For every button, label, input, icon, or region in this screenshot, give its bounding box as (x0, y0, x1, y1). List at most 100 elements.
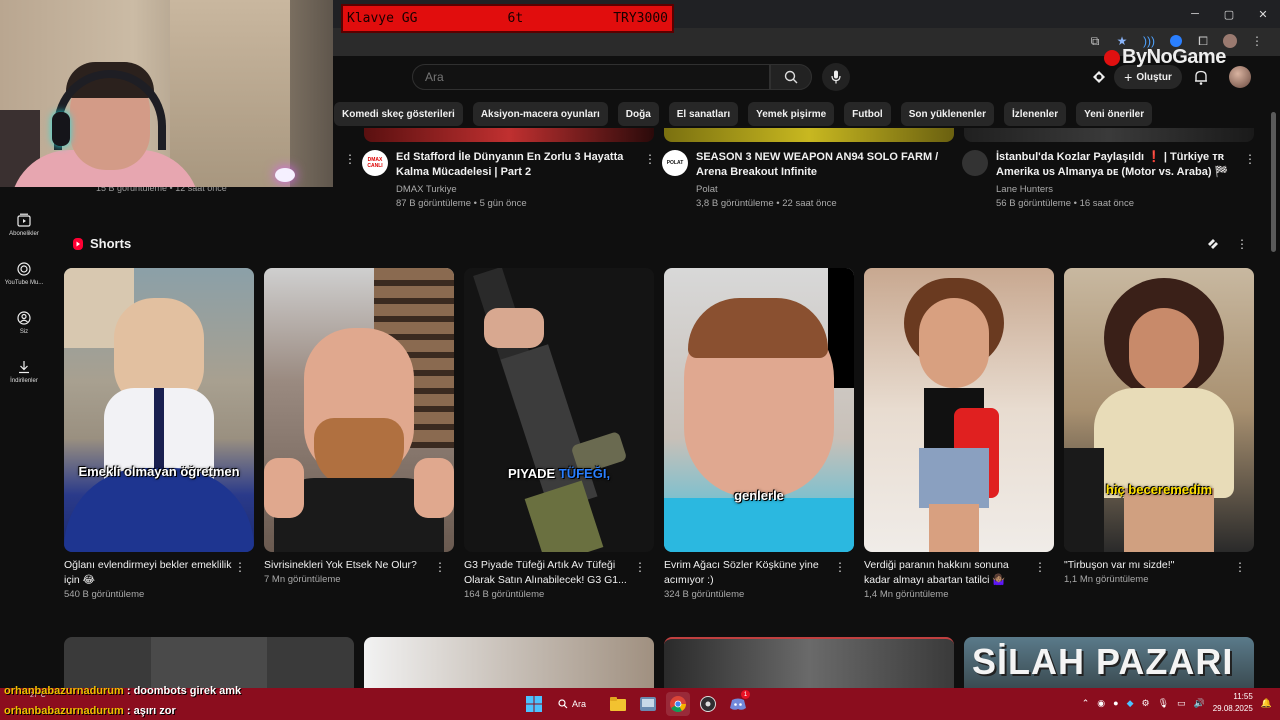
maximize-icon[interactable]: ▢ (1212, 0, 1246, 28)
tray-mic-icon[interactable]: 🎙 (1158, 698, 1169, 709)
short-thumbnail[interactable]: Emekli olmayan öğretmen (64, 268, 254, 552)
short-views: 540 B görüntüleme (64, 589, 145, 600)
video-thumbnail-edge[interactable] (664, 128, 954, 142)
file-explorer-icon[interactable] (606, 692, 630, 716)
short-card[interactable]: hiç beceremedim "Tirbuşon var mı sizde!"… (1064, 268, 1254, 585)
video-thumbnail-edge[interactable] (364, 128, 654, 142)
obs-icon[interactable] (696, 692, 720, 716)
minimize-icon[interactable]: ─ (1178, 0, 1212, 28)
short-title[interactable]: Evrim Ağacı Sözler Köşküne yine acımıyor… (664, 558, 834, 588)
tray-discord-icon[interactable]: ◉ (1097, 698, 1105, 709)
video-channel[interactable]: DMAX Turkiye (396, 183, 646, 197)
short-card[interactable]: PIYADE TÜFEĞI, G3 Piyade Tüfeği Artık Av… (464, 268, 654, 600)
install-app-icon[interactable]: ⧉ (1086, 32, 1104, 50)
notification-badge: 1 (741, 690, 750, 699)
discord-icon[interactable]: 1 (726, 690, 750, 716)
chip[interactable]: Komedi skeç gösterileri (334, 102, 463, 126)
video-text: SEASON 3 NEW WEAPON AN94 SOLO FARM / Are… (696, 150, 946, 211)
download-icon (19, 360, 29, 373)
search-box[interactable] (412, 64, 770, 90)
account-avatar[interactable] (1229, 66, 1251, 88)
sidebar-item-you[interactable]: Siz (0, 298, 48, 347)
more-options-icon[interactable]: ⋮ (234, 560, 246, 574)
studio-icon[interactable] (1090, 68, 1108, 86)
more-options-icon[interactable]: ⋮ (1244, 152, 1256, 166)
short-title[interactable]: "Tirbuşon var mı sizde!" (1064, 558, 1234, 573)
short-title[interactable]: Verdiği paranın hakkını sonuna kadar alm… (864, 558, 1034, 588)
close-icon[interactable]: ✕ (1246, 0, 1280, 28)
video-thumbnail[interactable] (664, 637, 954, 689)
start-button[interactable] (522, 692, 546, 716)
short-thumbnail[interactable] (864, 268, 1054, 552)
chip[interactable]: Son yüklenenler (900, 102, 994, 126)
short-card[interactable]: Verdiği paranın hakkını sonuna kadar alm… (864, 268, 1054, 600)
more-options-icon[interactable]: ⋮ (1034, 560, 1046, 574)
chrome-icon[interactable] (666, 692, 690, 716)
video-thumbnail[interactable]: SİLAH PAZARI (964, 637, 1254, 689)
video-channel[interactable]: Polat (696, 183, 946, 197)
tray-app-icon[interactable]: ● (1113, 698, 1118, 708)
more-options-icon[interactable]: ⋮ (644, 152, 656, 166)
short-thumbnail[interactable]: hiç beceremedim (1064, 268, 1254, 552)
short-thumbnail[interactable] (264, 268, 454, 552)
browser-menu-icon[interactable]: ⋮ (1248, 32, 1266, 50)
short-thumbnail[interactable]: genlerle (664, 268, 854, 552)
tray-chevron-icon[interactable]: ⌃ (1082, 698, 1090, 709)
chip[interactable]: Yemek pişirme (748, 102, 835, 126)
channel-avatar[interactable]: POLAT (662, 150, 688, 176)
channel-avatar[interactable] (962, 150, 988, 176)
short-title[interactable]: G3 Piyade Tüfeği Artık Av Tüfeği Olarak … (464, 558, 634, 588)
video-channel[interactable]: Lane Hunters (996, 183, 1246, 197)
video-title[interactable]: İstanbul'da Kozlar Paylaşıldı ❗ | Türkiy… (996, 150, 1246, 180)
short-views: 1,1 Mn görüntüleme (1064, 574, 1149, 585)
short-card[interactable]: genlerle Evrim Ağacı Sözler Köşküne yine… (664, 268, 854, 600)
more-options-icon[interactable]: ⋮ (434, 560, 446, 574)
chip[interactable]: Aksiyon-macera oyunları (472, 102, 608, 126)
channel-avatar[interactable]: DMAX CANLI (362, 150, 388, 176)
video-title[interactable]: Ed Stafford İle Dünyanın En Zorlu 3 Haya… (396, 150, 646, 180)
more-options-icon[interactable]: ⋮ (344, 152, 356, 166)
more-options-icon[interactable]: ⋮ (834, 560, 846, 574)
shorts-title: Shorts (90, 236, 132, 251)
sidebar-item-downloads[interactable]: İndirilenler (0, 347, 48, 396)
system-tray: ⌃ ◉ ● ◆ ⚙ 🎙 ▭ 🔊 11:55 29.08.2025 🔔 (1082, 691, 1272, 715)
create-label: Oluştur (1136, 71, 1172, 83)
sidebar-item-subscriptions[interactable]: Abonelikler (0, 200, 48, 249)
short-views: 164 B görüntüleme (464, 589, 545, 600)
short-caption: PIYADE TÜFEĞI, (507, 466, 611, 481)
short-title[interactable]: Sivrisinekleri Yok Etsek Ne Olur? (264, 558, 434, 573)
short-title[interactable]: Oğlanı evlendirmeyi bekler emeklilik içi… (64, 558, 234, 588)
taskbar-search[interactable]: Ara (552, 692, 600, 716)
short-views: 324 B görüntüleme (664, 589, 745, 600)
video-thumbnail[interactable] (364, 637, 654, 689)
more-options-icon[interactable]: ⋮ (1234, 560, 1246, 574)
tray-volume-icon[interactable]: 🔊 (1194, 698, 1205, 709)
video-title[interactable]: SEASON 3 NEW WEAPON AN94 SOLO FARM / Are… (696, 150, 946, 180)
short-thumbnail[interactable]: PIYADE TÜFEĞI, (464, 268, 654, 552)
chip[interactable]: Doğa (617, 102, 659, 126)
tray-steam-icon[interactable]: ⚙ (1141, 698, 1149, 709)
shorts-more-icon[interactable]: ⋮ (1236, 237, 1248, 251)
chip[interactable]: Yeni öneriler (1076, 102, 1153, 126)
search-button[interactable] (770, 64, 812, 90)
scrollbar-thumb[interactable] (1271, 112, 1276, 252)
notification-bell-icon[interactable]: 🔔 (1261, 698, 1272, 709)
voice-search-button[interactable] (822, 63, 850, 91)
more-options-icon[interactable]: ⋮ (634, 560, 646, 574)
chip[interactable]: El sanatları (668, 102, 739, 126)
short-card[interactable]: Emekli olmayan öğretmen Oğlanı evlendirm… (64, 268, 254, 600)
tray-display-icon[interactable]: ▭ (1177, 698, 1186, 709)
tray-color-icon[interactable]: ◆ (1127, 698, 1134, 709)
notifications-bell-icon[interactable] (1192, 68, 1210, 86)
search-icon (784, 70, 798, 84)
short-card[interactable]: Sivrisinekleri Yok Etsek Ne Olur? 7 Mn g… (264, 268, 454, 585)
chip[interactable]: Futbol (844, 102, 891, 126)
taskbar-clock[interactable]: 11:55 29.08.2025 (1213, 691, 1253, 715)
video-thumbnail-edge[interactable] (964, 128, 1254, 142)
dislike-shorts-icon[interactable] (1206, 237, 1220, 251)
app-icon[interactable] (636, 692, 660, 716)
sidebar-item-youtube-music[interactable]: YouTube Mu... (0, 249, 48, 298)
chip[interactable]: İzlenenler (1003, 102, 1067, 126)
webcam-overlay (0, 0, 333, 187)
search-input[interactable] (425, 70, 769, 84)
